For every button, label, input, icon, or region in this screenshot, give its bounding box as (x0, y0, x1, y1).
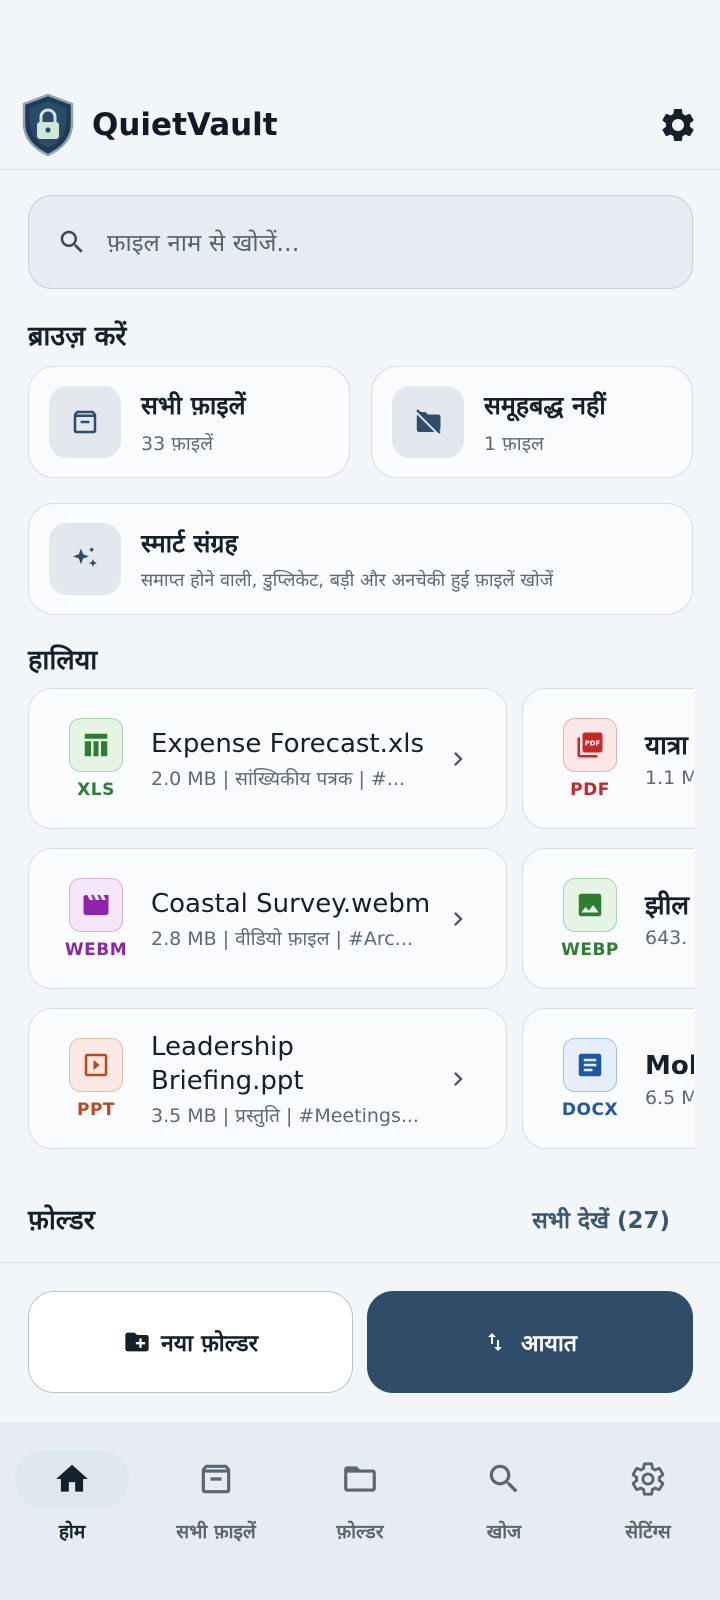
chevron-right-icon (438, 745, 478, 773)
recent-heading: हालिया (28, 645, 98, 676)
app-title: QuietVault (92, 106, 278, 143)
file-type-label: WEBP (561, 939, 619, 960)
folder-add-icon (125, 1332, 149, 1352)
chevron-right-icon (438, 905, 478, 933)
search-placeholder: फ़ाइल नाम से खोजें... (107, 228, 300, 257)
folder-off-icon (392, 386, 464, 458)
smart-collection-description: समाप्त होने वाली, डुप्लिकेट, बड़ी और अनच… (141, 570, 554, 591)
ungrouped-card[interactable]: समूहबद्ध नहीं 1 फ़ाइल (371, 366, 693, 478)
settings-gear-icon[interactable] (656, 103, 700, 147)
video-clapper-icon (69, 877, 123, 932)
file-meta: 2.8 MB | वीडियो फ़ाइल | #Arc... (151, 927, 413, 950)
file-type-label: WEBM (64, 939, 128, 960)
folder-icon (303, 1450, 417, 1508)
slideshow-icon (69, 1037, 123, 1092)
file-name: Leadership Briefing.ppt (151, 1031, 304, 1096)
recent-file-card[interactable]: PDF PDF यात्रा 1.1 M (522, 688, 694, 829)
recent-files-right-column: PDF PDF यात्रा 1.1 M WEBP झील 643. DOCX (510, 680, 694, 1160)
see-all-folders-link[interactable]: सभी देखें (27) (532, 1203, 670, 1235)
browse-heading: ब्राउज़ करें (28, 321, 127, 352)
nav-item-home[interactable]: होम (0, 1422, 144, 1600)
smart-collection-card[interactable]: स्मार्ट संग्रह समाप्त होने वाली, डुप्लिक… (28, 503, 693, 615)
gear-icon (591, 1450, 705, 1508)
file-name: Expense Forecast.xls (151, 728, 425, 759)
pdf-icon: PDF (563, 717, 617, 772)
file-name: यात्रा (645, 730, 688, 761)
shield-lock-logo-icon (20, 93, 76, 157)
recent-file-card[interactable]: WEBM Coastal Survey.webm 2.8 MB | वीडियो… (28, 848, 507, 989)
image-icon (563, 877, 617, 932)
new-folder-button[interactable]: नया फ़ोल्डर (28, 1291, 353, 1393)
nav-item-folders[interactable]: फ़ोल्डर (288, 1422, 432, 1600)
folders-heading: फ़ोल्डर (28, 1205, 95, 1236)
import-label: आयात (521, 1331, 577, 1357)
file-meta: 1.1 M (645, 766, 694, 789)
new-folder-label: नया फ़ोल्डर (161, 1331, 258, 1357)
recent-file-card[interactable]: PPT Leadership Briefing.ppt 3.5 MB | प्र… (28, 1008, 507, 1149)
smart-collection-label: स्मार्ट संग्रह (141, 529, 238, 558)
search-input[interactable]: फ़ाइल नाम से खोजें... (28, 195, 693, 289)
nav-label: सेटिंग्स (625, 1521, 671, 1543)
ungrouped-count: 1 फ़ाइल (484, 433, 544, 455)
document-icon (563, 1037, 617, 1092)
bottom-navigation: होम सभी फ़ाइलें फ़ोल्डर खोज सेटिंग्स (0, 1422, 720, 1600)
search-icon (60, 230, 83, 253)
file-meta: 6.5 M (645, 1086, 694, 1109)
file-name: Coastal Survey.webm (151, 888, 431, 919)
spreadsheet-icon (69, 717, 123, 772)
recent-file-card[interactable]: XLS Expense Forecast.xls 2.0 MB | सांख्य… (28, 688, 507, 829)
file-type-label: DOCX (561, 1099, 619, 1120)
recent-file-card[interactable]: WEBP झील 643. (522, 848, 694, 989)
file-meta: 2.0 MB | सांख्यिकीय पत्रक | #... (151, 767, 405, 790)
import-button[interactable]: आयात (367, 1291, 693, 1393)
file-type-label: PPT (76, 1099, 115, 1120)
nav-label: होम (58, 1521, 86, 1543)
home-icon (15, 1450, 129, 1508)
sparkle-icon (49, 523, 121, 595)
svg-text:PDF: PDF (585, 739, 601, 747)
file-meta: 643. (645, 926, 688, 949)
recent-file-card[interactable]: DOCX Mob 6.5 M (522, 1008, 694, 1149)
action-bar: नया फ़ोल्डर आयात (0, 1262, 720, 1422)
all-files-label: सभी फ़ाइलें (141, 391, 246, 420)
ungrouped-label: समूहबद्ध नहीं (484, 391, 606, 420)
file-meta: 3.5 MB | प्रस्तुति | #Meetings... (151, 1104, 419, 1127)
archive-icon (49, 386, 121, 458)
swap-vertical-icon (488, 1333, 503, 1351)
file-name: Mob (645, 1050, 694, 1081)
nav-label: खोज (486, 1521, 522, 1543)
app-bar: QuietVault (0, 80, 720, 170)
search-icon (447, 1450, 561, 1508)
archive-icon (159, 1450, 273, 1508)
file-name: झील (645, 890, 690, 921)
nav-item-settings[interactable]: सेटिंग्स (576, 1422, 720, 1600)
nav-label: फ़ोल्डर (336, 1521, 384, 1543)
file-type-label: PDF (570, 779, 610, 800)
nav-item-all-files[interactable]: सभी फ़ाइलें (144, 1422, 288, 1600)
status-bar-area (0, 0, 720, 80)
nav-item-search[interactable]: खोज (432, 1422, 576, 1600)
nav-label: सभी फ़ाइलें (176, 1521, 256, 1543)
chevron-right-icon (438, 1065, 478, 1093)
all-files-count: 33 फ़ाइलें (141, 433, 213, 455)
all-files-card[interactable]: सभी फ़ाइलें 33 फ़ाइलें (28, 366, 350, 478)
file-type-label: XLS (77, 779, 115, 800)
